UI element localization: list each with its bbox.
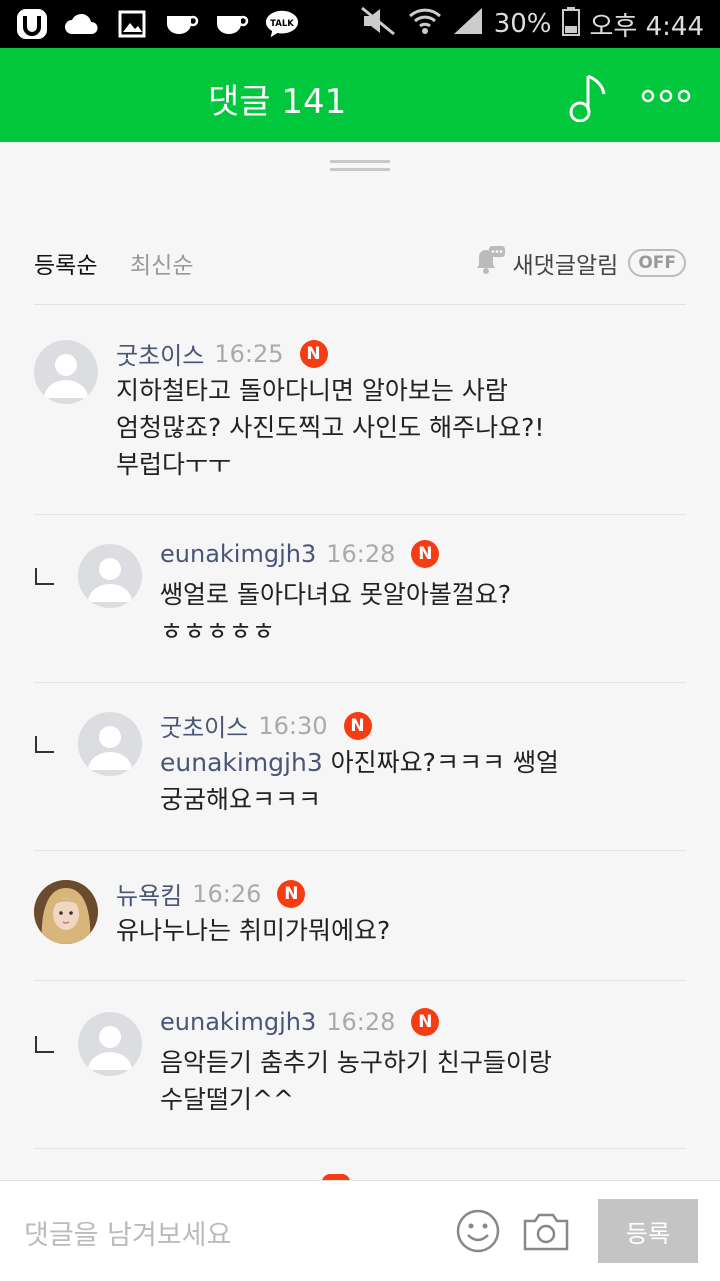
- sort-by-latest[interactable]: 최신순: [130, 246, 193, 280]
- comment-time: 16:26: [192, 879, 262, 908]
- u-icon: [14, 9, 50, 39]
- comment-text: 음악듣기 춤추기 농구하기 친구들이랑 수달떨기^^: [160, 1048, 552, 1114]
- comment-author[interactable]: eunakimgjh3: [160, 540, 316, 568]
- reply-indicator-icon: [35, 568, 54, 585]
- divider: [34, 980, 686, 981]
- new-badge: N: [277, 879, 306, 908]
- notify-label: 새댓글알림: [512, 253, 619, 279]
- cloud-icon: [64, 9, 100, 39]
- cup-icon: [214, 9, 250, 39]
- avatar[interactable]: [34, 340, 98, 404]
- reply-item: eunakimgjh3 16:28 N 쌩얼로 돌아다녀요 못알아볼껄요? ㅎㅎ…: [34, 540, 686, 660]
- user-photo-avatar[interactable]: [34, 880, 98, 944]
- comments-header: 댓글 141: [0, 48, 720, 142]
- battery-percent: 30%: [493, 9, 552, 39]
- new-badge: N: [343, 711, 372, 740]
- comment-text: 유나누나는 취미가뭐에요?: [116, 916, 391, 945]
- sort-bar: 등록순 최신순 새댓글알림 OFF: [34, 244, 686, 280]
- divider: [34, 304, 686, 305]
- more-options-icon[interactable]: [640, 88, 692, 104]
- new-badge: N: [411, 1008, 440, 1036]
- divider: [34, 1148, 686, 1149]
- status-bar: TALK 30% 오후 4:44: [0, 0, 720, 48]
- notify-toggle[interactable]: OFF: [628, 249, 686, 277]
- comment-time: 16:30: [258, 711, 328, 740]
- comment-author[interactable]: 뉴욕킴: [116, 876, 182, 911]
- bell-icon: [473, 244, 507, 282]
- comment-text: eunakimgjh3 아진짜요?ㅋㅋㅋ 쌩얼 궁굼해요ㅋㅋㅋ: [160, 744, 680, 818]
- sort-by-registration[interactable]: 등록순: [34, 246, 97, 280]
- comment-item: 굿초이스 16:25 N 지하철타고 돌아다니면 알아보는 사람 엄청많죠? 사…: [34, 336, 686, 496]
- image-icon: [114, 9, 150, 39]
- talk-label: TALK: [270, 19, 294, 29]
- comment-author[interactable]: 굿초이스: [116, 336, 204, 371]
- divider: [34, 850, 686, 851]
- reply-indicator-icon: [35, 736, 54, 753]
- avatar[interactable]: [78, 712, 142, 776]
- clock: 오후 4:44: [589, 11, 705, 42]
- comment-input-bar: 댓글을 남겨보세요 등록: [0, 1180, 720, 1281]
- comment-input[interactable]: 댓글을 남겨보세요: [24, 1213, 231, 1252]
- cup-icon: [164, 9, 200, 39]
- avatar[interactable]: [78, 544, 142, 608]
- comment-text: 지하철타고 돌아다니면 알아보는 사람 엄청많죠? 사진도찍고 사인도 해주나요…: [116, 376, 545, 479]
- music-note-icon[interactable]: [566, 72, 610, 123]
- comment-time: 16:28: [326, 540, 396, 568]
- divider: [34, 682, 686, 683]
- new-badge: N: [411, 540, 440, 568]
- emoji-icon[interactable]: [456, 1209, 500, 1253]
- signal-icon: [452, 6, 484, 43]
- reply-item: 굿초이스 16:30 N eunakimgjh3 아진짜요?ㅋㅋㅋ 쌩얼 궁굼해…: [34, 708, 686, 828]
- new-comment-notification[interactable]: 새댓글알림 OFF: [473, 244, 686, 282]
- camera-icon[interactable]: [522, 1209, 570, 1253]
- reply-indicator-icon: [35, 1036, 54, 1053]
- comment-author[interactable]: eunakimgjh3: [160, 1008, 316, 1036]
- reply-item: eunakimgjh3 16:28 N 음악듣기 춤추기 농구하기 친구들이랑 …: [34, 1008, 686, 1128]
- comment-time: 16:25: [214, 339, 284, 368]
- drag-handle[interactable]: [330, 160, 390, 174]
- new-badge: N: [299, 339, 328, 368]
- comment-text: 쌩얼로 돌아다녀요 못알아볼껄요? ㅎㅎㅎㅎㅎ: [160, 580, 512, 646]
- wifi-icon: [408, 6, 442, 43]
- divider: [34, 514, 686, 515]
- comment-mention[interactable]: eunakimgjh3: [160, 748, 323, 777]
- avatar[interactable]: [78, 1012, 142, 1076]
- comment-time: 16:28: [326, 1008, 396, 1036]
- battery-icon: [561, 6, 580, 43]
- comment-item: 뉴욕킴 16:26 N 유나누나는 취미가뭐에요?: [34, 876, 686, 966]
- submit-button[interactable]: 등록: [598, 1199, 698, 1263]
- mute-icon: [360, 6, 398, 43]
- page-title: 댓글 141: [208, 82, 347, 122]
- talk-icon: TALK: [264, 9, 300, 39]
- comment-author[interactable]: 굿초이스: [160, 708, 248, 743]
